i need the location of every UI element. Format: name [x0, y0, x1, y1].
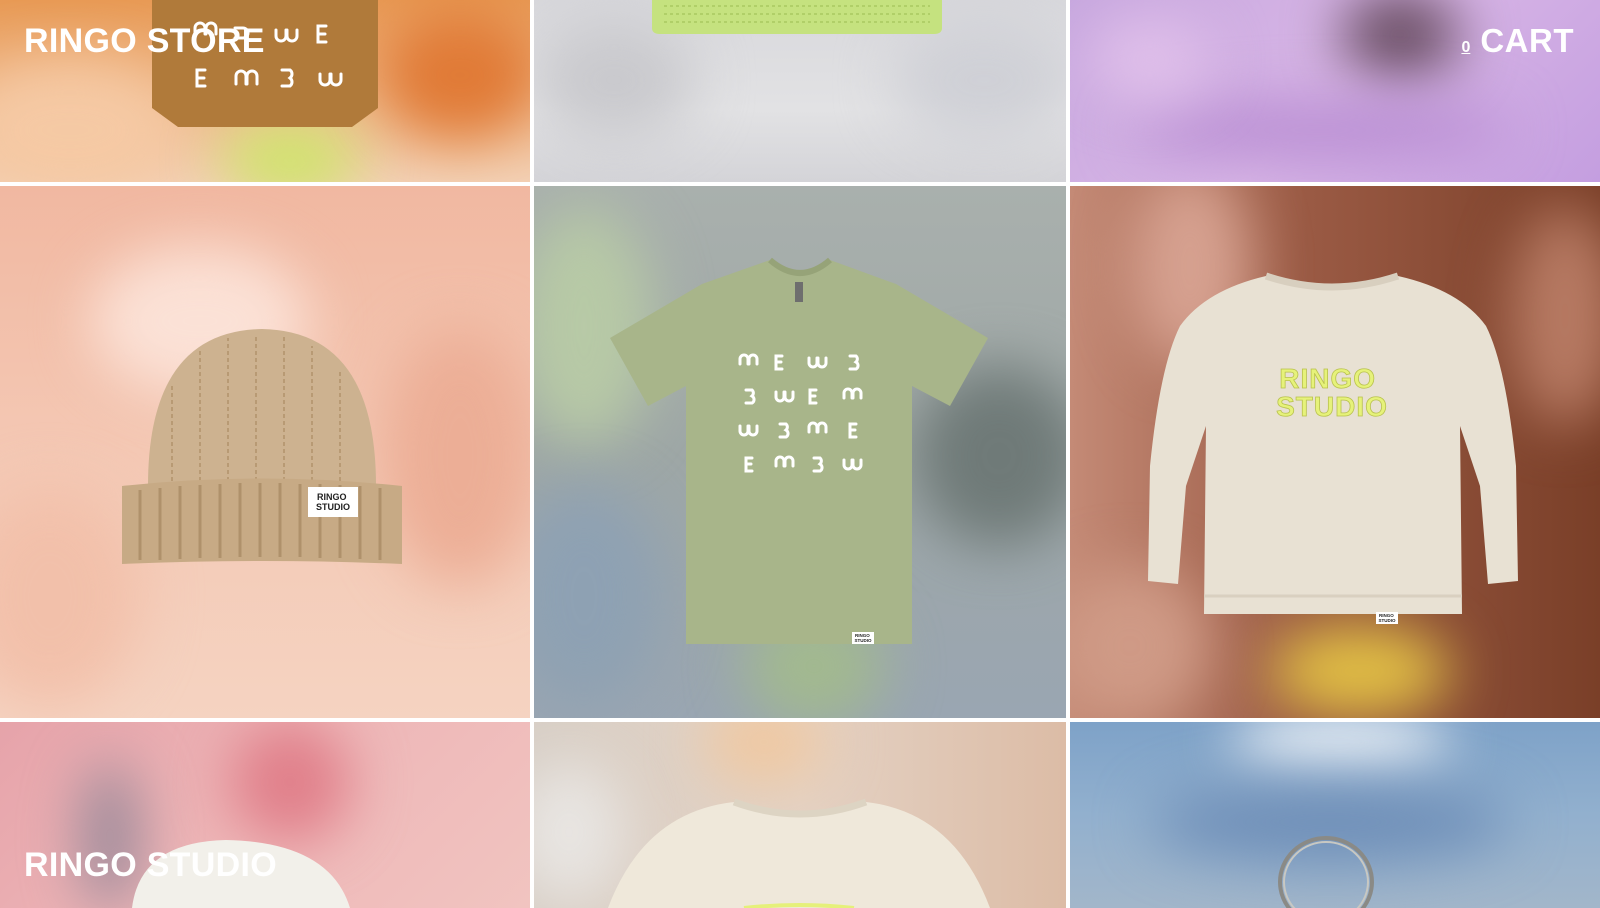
tshirt-label-line-2: STUDIO [854, 638, 872, 643]
sweatshirt-print-line-1: RINGO [1279, 363, 1376, 394]
tshirt-label-text: RINGO STUDIO [854, 633, 872, 643]
product-tile-green-beanie[interactable] [534, 0, 1066, 182]
keyring-image [1278, 836, 1374, 908]
beanie-label-line-2: STUDIO [316, 502, 350, 512]
product-tile-cream-sweatshirt[interactable]: RINGO STUDIO RINGO STUDIO [1070, 186, 1600, 718]
beanie-label-line-1: RINGO [317, 492, 347, 502]
sweatshirt-image: RINGO STUDIO RINGO STUDIO [1148, 272, 1518, 624]
cart-button[interactable]: 0 CART [1461, 22, 1574, 60]
beanie-image: RINGO STUDIO [122, 329, 402, 564]
beanie-label-text: RINGO STUDIO [316, 492, 350, 512]
cart-label: CART [1480, 22, 1574, 59]
cart-count: 0 [1461, 39, 1471, 56]
sweatshirt-print-text: RINGO STUDIO [1276, 363, 1388, 422]
product-tile-sage-tshirt[interactable]: RINGO STUDIO [534, 186, 1066, 718]
sweatshirt-image [608, 798, 990, 908]
tshirt-image: RINGO STUDIO [610, 257, 988, 644]
product-tile-tan-beanie[interactable]: RINGO STUDIO [0, 186, 530, 718]
studio-title[interactable]: RINGO STUDIO [24, 846, 277, 885]
sweatshirt-label-text: RINGO STUDIO [1378, 613, 1396, 623]
sweatshirt-label-line-2: STUDIO [1378, 618, 1396, 623]
product-tile-keyring[interactable] [1070, 722, 1600, 908]
store-title[interactable]: RINGO STORE [24, 22, 265, 61]
product-grid: RINGO STUDIO RINGO STUDIO RINGO STUDIO R… [0, 0, 1600, 908]
sweatshirt-print-line-2: STUDIO [1276, 391, 1388, 422]
product-tile-cream-sweatshirt-2[interactable] [534, 722, 1066, 908]
beanie-image [652, 0, 942, 34]
